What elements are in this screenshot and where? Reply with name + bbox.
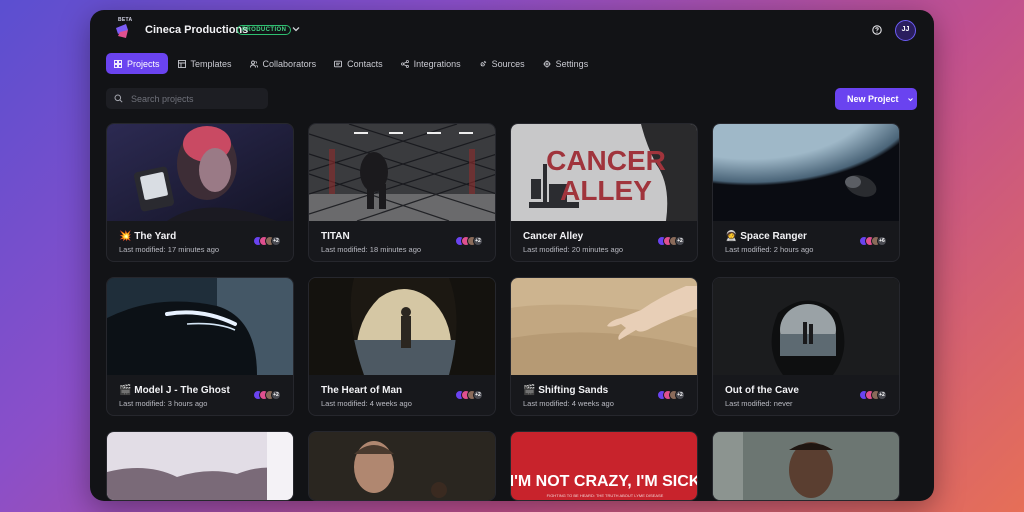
tab-label: Projects — [127, 58, 160, 69]
thumbnail-title-text: ALLEY — [560, 175, 652, 206]
tab-label: Collaborators — [262, 58, 317, 69]
chevron-down-icon — [907, 97, 913, 101]
collaborator-avatars[interactable]: +6 — [859, 236, 887, 248]
tab-contacts[interactable]: Contacts — [326, 53, 391, 74]
tab-sources[interactable]: Sources — [471, 53, 533, 74]
project-card-heart-of-man[interactable]: The Heart of Man Last modified: 4 weeks … — [308, 277, 496, 416]
project-title: 💥 The Yard — [119, 231, 177, 242]
project-thumbnail — [107, 124, 293, 221]
tab-label: Contacts — [347, 58, 383, 69]
project-title: The Heart of Man — [321, 385, 403, 396]
search-icon — [114, 94, 123, 103]
project-title: 🎬 Shifting Sands — [523, 385, 609, 396]
org-name[interactable]: Cineca Productions — [145, 24, 248, 36]
project-card-partial[interactable] — [712, 431, 900, 501]
project-thumbnail — [107, 432, 293, 500]
tab-label: Sources — [491, 58, 525, 69]
project-title: TITAN — [321, 231, 350, 242]
chevron-down-icon[interactable] — [291, 24, 301, 34]
tab-integrations[interactable]: Integrations — [393, 53, 469, 74]
tab-label: Templates — [190, 58, 232, 69]
app-logo-icon[interactable] — [114, 20, 130, 40]
plug-icon — [480, 60, 486, 66]
project-thumbnail — [309, 278, 495, 375]
grid-icon — [114, 59, 122, 68]
project-thumbnail — [309, 124, 495, 221]
project-thumbnail — [713, 124, 899, 221]
help-icon[interactable] — [872, 25, 882, 35]
top-bar: BETA Cineca Productions PRODUCTION JJ — [90, 10, 934, 50]
project-thumbnail: I'M NOT CRAZY, I'M SICK FIGHTING TO BE H… — [511, 432, 698, 500]
project-last-modified: Last modified: 2 hours ago — [725, 245, 814, 254]
collaborator-avatars[interactable]: +2 — [253, 236, 281, 248]
search-box[interactable] — [106, 88, 268, 109]
project-last-modified: Last modified: never — [725, 399, 793, 408]
project-last-modified: Last modified: 20 minutes ago — [523, 245, 624, 254]
project-thumbnail — [309, 432, 495, 500]
gear-icon — [542, 59, 551, 68]
thumbnail-title-text: I'M NOT CRAZY, I'M SICK — [511, 473, 698, 490]
thumbnail-tagline-text: FIGHTING TO BE HEARD: THE TRUTH ABOUT LY… — [547, 493, 664, 498]
project-card-partial[interactable] — [106, 431, 294, 501]
project-card-cancer-alley[interactable]: CANCER ALLEY Cancer Alley Last modified:… — [510, 123, 698, 262]
project-thumbnail — [511, 278, 697, 375]
project-thumbnail — [713, 432, 899, 500]
project-last-modified: Last modified: 18 minutes ago — [321, 245, 422, 254]
collaborator-avatars[interactable]: +2 — [859, 390, 887, 402]
tab-label: Settings — [555, 58, 589, 69]
project-card-model-j[interactable]: 🎬 Model J - The Ghost Last modified: 3 h… — [106, 277, 294, 416]
share-nodes-icon — [400, 59, 409, 68]
tab-settings[interactable]: Settings — [535, 53, 597, 74]
users-icon — [249, 60, 258, 68]
app-window: BETA Cineca Productions PRODUCTION JJ Pr… — [90, 10, 934, 501]
project-title: 🎬 Model J - The Ghost — [119, 385, 230, 396]
collaborator-avatars[interactable]: +2 — [253, 390, 281, 402]
project-card-shifting-sands[interactable]: 🎬 Shifting Sands Last modified: 4 weeks … — [510, 277, 698, 416]
new-project-button[interactable]: New Project — [835, 88, 917, 110]
collaborator-avatars[interactable]: +2 — [657, 390, 685, 402]
collaborator-avatars[interactable]: +2 — [657, 236, 685, 248]
collaborator-avatars[interactable]: +2 — [455, 390, 483, 402]
tab-collaborators[interactable]: Collaborators — [242, 53, 325, 74]
project-card-partial[interactable]: I'M NOT CRAZY, I'M SICK FIGHTING TO BE H… — [510, 431, 698, 501]
tab-projects[interactable]: Projects — [106, 53, 168, 74]
project-card-the-yard[interactable]: 💥 The Yard Last modified: 17 minutes ago… — [106, 123, 294, 262]
nav-tabs: Projects Templates Collaborators Contact… — [106, 53, 598, 74]
project-last-modified: Last modified: 4 weeks ago — [321, 399, 412, 408]
project-last-modified: Last modified: 17 minutes ago — [119, 245, 220, 254]
project-title: 🧑‍🚀 Space Ranger — [725, 231, 807, 242]
project-last-modified: Last modified: 4 weeks ago — [523, 399, 614, 408]
project-card-partial[interactable] — [308, 431, 496, 501]
environment-badge: PRODUCTION — [237, 25, 292, 35]
contact-card-icon — [334, 60, 343, 67]
template-icon — [177, 59, 186, 68]
new-project-label: New Project — [847, 94, 899, 104]
collaborator-avatars[interactable]: +2 — [455, 236, 483, 248]
thumbnail-title-text: CANCER — [546, 145, 666, 176]
project-title: Cancer Alley — [523, 231, 584, 242]
project-last-modified: Last modified: 3 hours ago — [119, 399, 208, 408]
tab-templates[interactable]: Templates — [170, 53, 240, 74]
project-card-titan[interactable]: TITAN Last modified: 18 minutes ago +2 — [308, 123, 496, 262]
project-thumbnail — [713, 278, 899, 375]
tab-label: Integrations — [413, 58, 461, 69]
search-input[interactable] — [131, 93, 261, 104]
project-thumbnail — [107, 278, 293, 375]
project-thumbnail: CANCER ALLEY — [511, 124, 697, 221]
project-card-space-ranger[interactable]: 🧑‍🚀 Space Ranger Last modified: 2 hours … — [712, 123, 900, 262]
beta-label: BETA — [118, 17, 133, 23]
project-title: Out of the Cave — [725, 385, 799, 396]
project-card-out-of-the-cave[interactable]: Out of the Cave Last modified: never +2 — [712, 277, 900, 416]
user-avatar[interactable]: JJ — [895, 20, 916, 41]
